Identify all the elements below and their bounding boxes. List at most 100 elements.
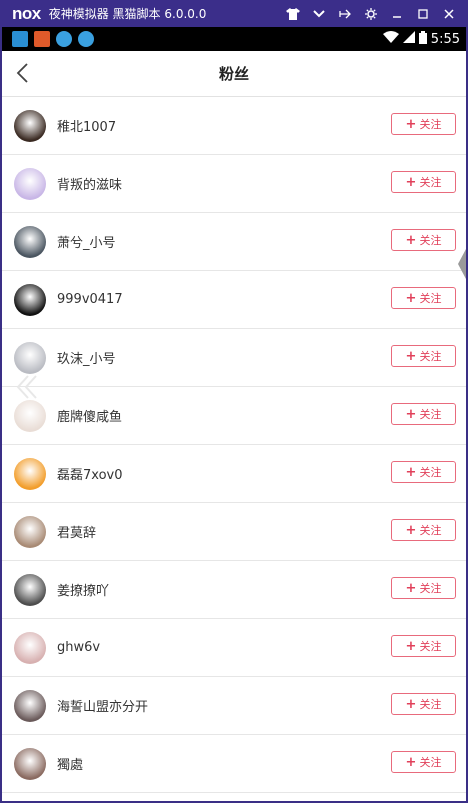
avatar[interactable] — [14, 283, 46, 316]
app-navbar: 粉丝 — [2, 51, 466, 97]
avatar[interactable] — [14, 167, 46, 200]
browser-app-icon — [78, 31, 94, 47]
avatar[interactable] — [14, 573, 46, 606]
fan-name[interactable]: 稚北1007 — [57, 116, 116, 135]
minimize-icon[interactable] — [388, 5, 406, 23]
fan-row[interactable]: 稚北1007 + 关注 — [2, 97, 466, 155]
phone-screen: 5:55 粉丝 稚北1007 + 关注 背叛的滋味 + 关注 萧兮_小号 + 关注 999v041… — [2, 27, 466, 801]
window-title: 夜神模拟器 黑猫脚本 6.0.0.0 — [48, 7, 207, 21]
fan-row[interactable]: 背叛的滋味 + 关注 — [2, 155, 466, 213]
follow-label: 关注 — [419, 176, 442, 189]
plus-icon: + — [405, 696, 417, 712]
fan-name[interactable]: 獨處 — [57, 754, 83, 773]
fan-name[interactable]: 玖沫_小号 — [57, 348, 116, 367]
battery-icon — [418, 30, 427, 48]
plus-icon: + — [405, 580, 417, 596]
fan-row[interactable]: 姜撩撩吖 + 关注 — [2, 561, 466, 619]
emulator-titlebar: nox 夜神模拟器 黑猫脚本 6.0.0.0 — [0, 0, 468, 27]
follow-button[interactable]: + 关注 — [391, 171, 456, 193]
android-status-bar: 5:55 — [2, 27, 466, 51]
plus-icon: + — [405, 406, 417, 422]
plus-icon: + — [405, 754, 417, 770]
fan-row[interactable]: 999v0417 + 关注 — [2, 271, 466, 329]
close-icon[interactable] — [440, 5, 458, 23]
follow-label: 关注 — [419, 292, 442, 305]
nox-logo: nox — [12, 3, 41, 23]
browser-app-icon — [56, 31, 72, 47]
settings-icon[interactable] — [362, 5, 380, 23]
wifi-icon — [382, 31, 399, 47]
page-title: 粉丝 — [218, 65, 249, 83]
avatar[interactable] — [14, 689, 46, 722]
fan-row[interactable]: 萧兮_小号 + 关注 — [2, 213, 466, 271]
follow-button[interactable]: + 关注 — [391, 229, 456, 251]
fan-name[interactable]: 鹿牌傻咸鱼 — [57, 406, 122, 425]
pin-icon[interactable] — [336, 5, 354, 23]
fan-row[interactable]: 獨處 + 关注 — [2, 735, 466, 793]
follow-button[interactable]: + 关注 — [391, 287, 456, 309]
fan-row[interactable]: 磊磊7xov0 + 关注 — [2, 445, 466, 503]
avatar[interactable] — [14, 515, 46, 548]
avatar[interactable] — [14, 457, 46, 490]
plus-icon: + — [405, 174, 417, 190]
avatar[interactable] — [14, 341, 46, 374]
avatar[interactable] — [14, 631, 46, 664]
fan-name[interactable]: ghw6v — [57, 640, 100, 655]
follow-label: 关注 — [419, 756, 442, 769]
plus-icon: + — [405, 638, 417, 654]
window-controls — [284, 0, 458, 27]
avatar[interactable] — [14, 225, 46, 258]
side-arrow-icon[interactable] — [456, 249, 466, 279]
shirt-icon[interactable] — [284, 5, 302, 23]
follow-label: 关注 — [419, 640, 442, 653]
fan-name[interactable]: 姜撩撩吖 — [57, 580, 109, 599]
fan-name[interactable]: 背叛的滋味 — [57, 174, 122, 193]
follow-button[interactable]: + 关注 — [391, 693, 456, 715]
fan-row[interactable]: 鹿牌傻咸鱼 + 关注 — [2, 387, 466, 445]
fans-list: 稚北1007 + 关注 背叛的滋味 + 关注 萧兮_小号 + 关注 999v0417 + 关注 玖沫_小… — [2, 97, 466, 793]
follow-button[interactable]: + 关注 — [391, 345, 456, 367]
plus-icon: + — [405, 348, 417, 364]
avatar[interactable] — [14, 109, 46, 142]
follow-label: 关注 — [419, 524, 442, 537]
follow-label: 关注 — [419, 582, 442, 595]
follow-label: 关注 — [419, 698, 442, 711]
maximize-icon[interactable] — [414, 5, 432, 23]
plus-icon: + — [405, 464, 417, 480]
keyhole-app-icon — [12, 31, 28, 47]
fan-name[interactable]: 海誓山盟亦分开 — [57, 696, 148, 715]
signal-icon — [402, 31, 415, 47]
follow-label: 关注 — [419, 408, 442, 421]
plus-icon: + — [405, 116, 417, 132]
avatar[interactable] — [14, 399, 46, 432]
follow-button[interactable]: + 关注 — [391, 577, 456, 599]
avatar[interactable] — [14, 747, 46, 780]
follow-button[interactable]: + 关注 — [391, 519, 456, 541]
follow-label: 关注 — [419, 234, 442, 247]
plus-icon: + — [405, 232, 417, 248]
fan-row[interactable]: 玖沫_小号 + 关注 — [2, 329, 466, 387]
fan-name[interactable]: 君莫辞 — [57, 522, 96, 541]
dropdown-icon[interactable] — [310, 5, 328, 23]
follow-button[interactable]: + 关注 — [391, 113, 456, 135]
left-arrow-icon — [10, 372, 40, 402]
game-app-icon — [34, 31, 50, 47]
fan-row[interactable]: 海誓山盟亦分开 + 关注 — [2, 677, 466, 735]
follow-button[interactable]: + 关注 — [391, 635, 456, 657]
status-right: 5:55 — [382, 27, 460, 51]
fan-name[interactable]: 磊磊7xov0 — [57, 464, 122, 483]
fan-name[interactable]: 999v0417 — [57, 292, 123, 307]
follow-label: 关注 — [419, 350, 442, 363]
follow-button[interactable]: + 关注 — [391, 751, 456, 773]
fan-row[interactable]: ghw6v + 关注 — [2, 619, 466, 677]
follow-button[interactable]: + 关注 — [391, 403, 456, 425]
clock: 5:55 — [430, 31, 460, 47]
plus-icon: + — [405, 522, 417, 538]
follow-label: 关注 — [419, 466, 442, 479]
fan-name[interactable]: 萧兮_小号 — [57, 232, 116, 251]
chevron-left-icon[interactable] — [12, 61, 36, 85]
fan-row[interactable]: 君莫辞 + 关注 — [2, 503, 466, 561]
follow-label: 关注 — [419, 118, 442, 131]
plus-icon: + — [405, 290, 417, 306]
follow-button[interactable]: + 关注 — [391, 461, 456, 483]
